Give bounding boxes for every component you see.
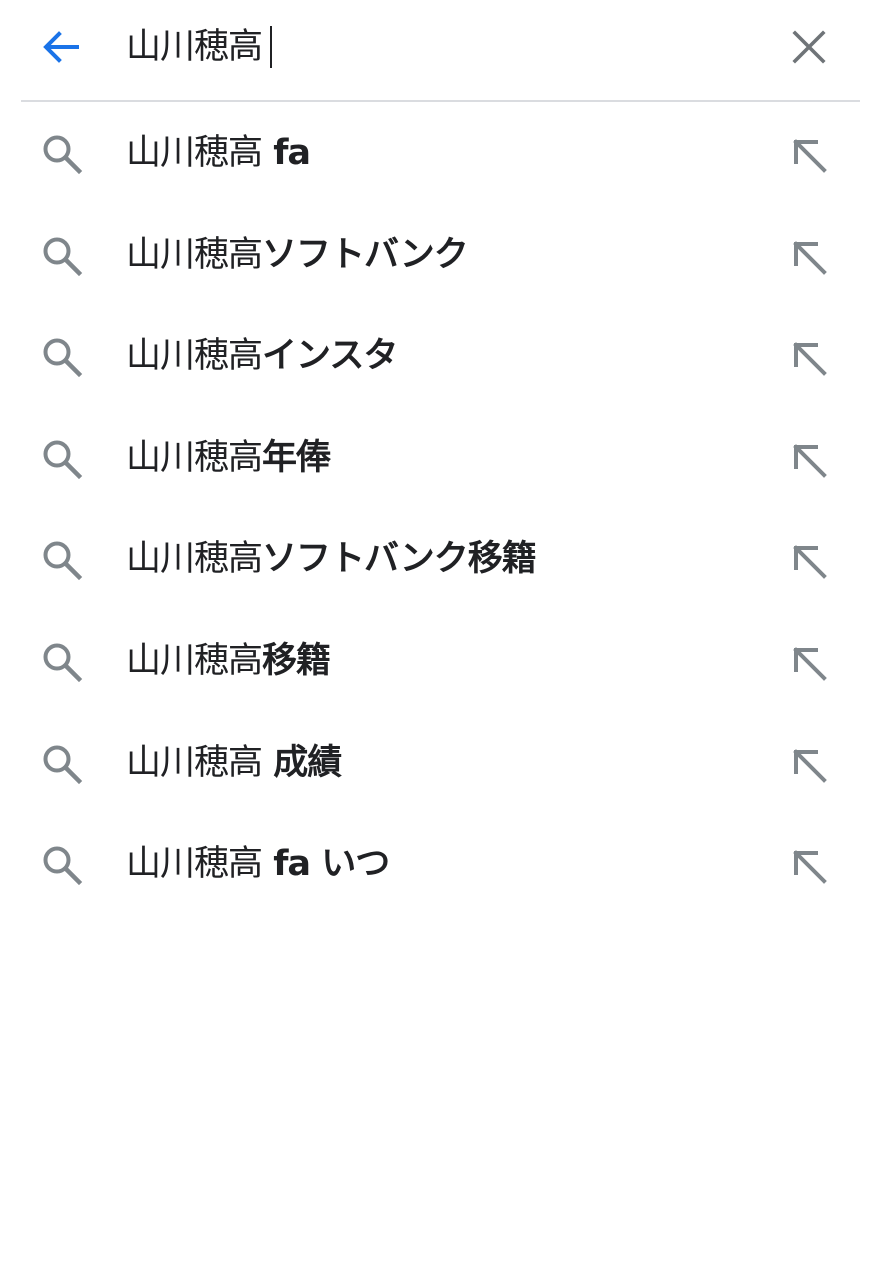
suggestion-item[interactable]: 山川穂高年俸	[0, 407, 871, 509]
search-icon	[43, 135, 83, 175]
search-query-text: 山川穂高	[126, 27, 263, 67]
arrow-up-left-icon[interactable]	[786, 234, 832, 280]
search-icon	[43, 237, 83, 276]
arrow-up-left-icon[interactable]	[786, 843, 832, 889]
arrow-up-left-icon[interactable]	[786, 640, 832, 686]
suggestion-text: 山川穂高 成績	[126, 742, 342, 783]
arrow-up-left-icon[interactable]	[786, 538, 832, 584]
suggestion-list: 山川穂高 fa 山川穂高ソフトバンク 山川穂高インスタ 山川穂高年俸 山川穂高ソ…	[0, 102, 871, 915]
search-bar: 山川穂高	[0, 0, 871, 100]
search-icon	[43, 745, 83, 784]
arrow-up-left-icon[interactable]	[786, 132, 832, 178]
text-cursor	[270, 26, 273, 68]
suggestion-item[interactable]: 山川穂高移籍	[0, 610, 871, 712]
suggestion-text: 山川穂高ソフトバンク	[126, 234, 469, 275]
back-button[interactable]	[36, 24, 86, 70]
arrow-up-left-icon[interactable]	[786, 742, 832, 788]
suggestion-text: 山川穂高 fa いつ	[126, 844, 390, 885]
suggestion-item[interactable]: 山川穂高 fa	[0, 102, 871, 204]
suggestion-text: 山川穂高年俸	[126, 437, 331, 478]
suggestion-text: 山川穂高ソフトバンク移籍	[126, 539, 537, 580]
arrow-left-icon	[43, 31, 79, 63]
suggestion-text: 山川穂高 fa	[126, 133, 311, 173]
search-input[interactable]: 山川穂高	[126, 22, 273, 72]
suggestion-text: 山川穂高インスタ	[126, 336, 398, 377]
arrow-up-left-icon[interactable]	[786, 437, 832, 483]
search-icon	[43, 338, 83, 378]
suggestion-item[interactable]: 山川穂高 成績	[0, 712, 871, 814]
suggestion-item[interactable]: 山川穂高 fa いつ	[0, 813, 871, 915]
suggestion-item[interactable]: 山川穂高インスタ	[0, 305, 871, 407]
search-icon	[43, 440, 83, 479]
clear-button[interactable]	[786, 24, 832, 70]
close-icon	[792, 30, 826, 64]
arrow-up-left-icon[interactable]	[786, 335, 832, 381]
search-icon	[43, 846, 83, 886]
suggestion-item[interactable]: 山川穂高ソフトバンク	[0, 204, 871, 306]
search-icon	[43, 643, 83, 683]
suggestion-text: 山川穂高移籍	[126, 640, 331, 681]
search-icon	[43, 541, 83, 581]
suggestion-item[interactable]: 山川穂高ソフトバンク移籍	[0, 508, 871, 610]
